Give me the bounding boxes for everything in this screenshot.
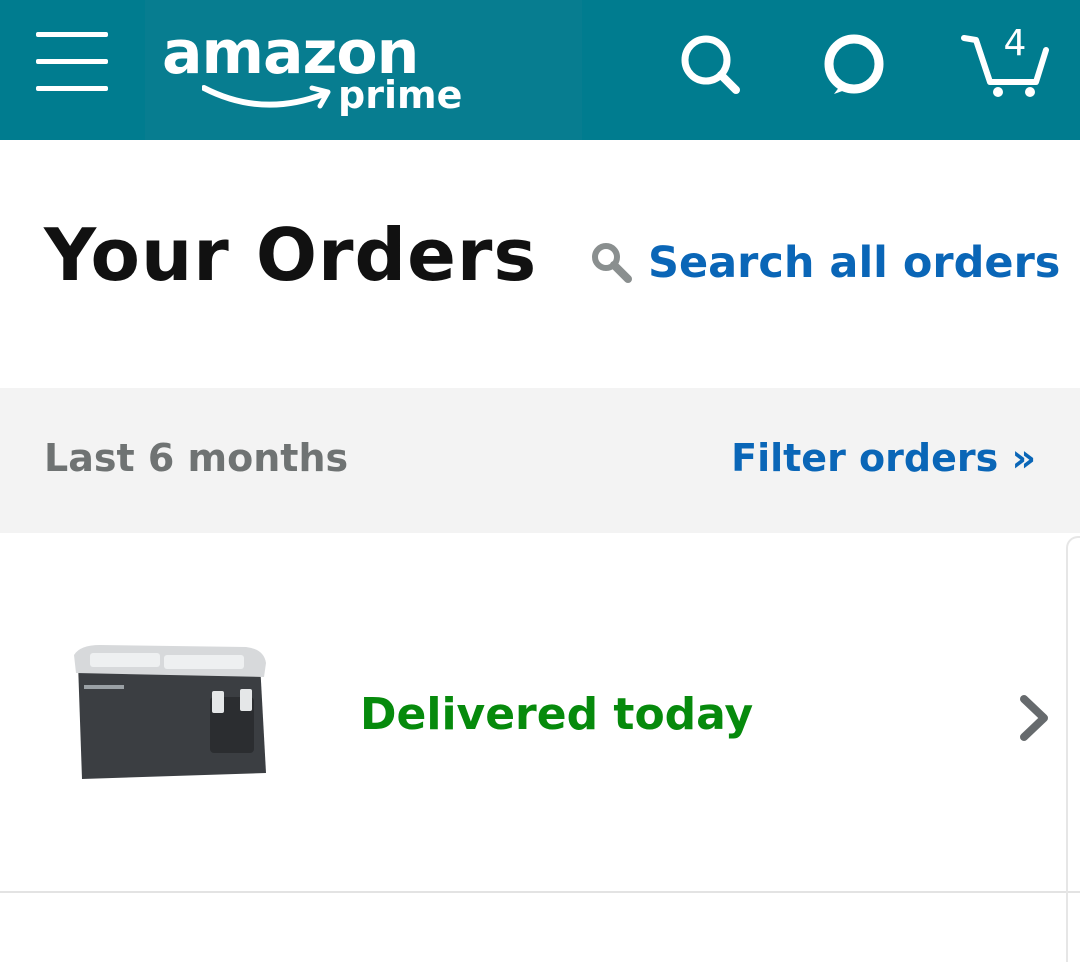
search-all-orders-link[interactable]: Search all orders — [590, 228, 1060, 298]
top-nav-bar: amazon prime 4 — [0, 0, 1080, 140]
logo-smile-icon — [202, 85, 331, 109]
alexa-icon[interactable] — [818, 28, 890, 100]
chevron-right-icon[interactable] — [1016, 693, 1052, 743]
order-status: Delivered today — [360, 689, 754, 740]
order-list-item[interactable]: Delivered today — [0, 533, 1080, 893]
cooler-product-image — [74, 645, 266, 779]
menu-icon[interactable] — [36, 32, 108, 92]
search-icon[interactable] — [674, 28, 746, 100]
logo-prime: prime — [338, 73, 463, 117]
scroll-edge — [1066, 536, 1080, 962]
search-all-orders-label: Search all orders — [648, 238, 1061, 288]
magnifier-icon — [592, 243, 632, 283]
cart-count-badge: 4 — [1003, 23, 1027, 64]
page-title: Your Orders — [44, 213, 538, 297]
filter-range-label: Last 6 months — [44, 436, 349, 480]
amazon-prime-logo[interactable]: amazon prime — [162, 18, 462, 123]
filter-orders-link[interactable]: Filter orders » — [731, 430, 1036, 486]
